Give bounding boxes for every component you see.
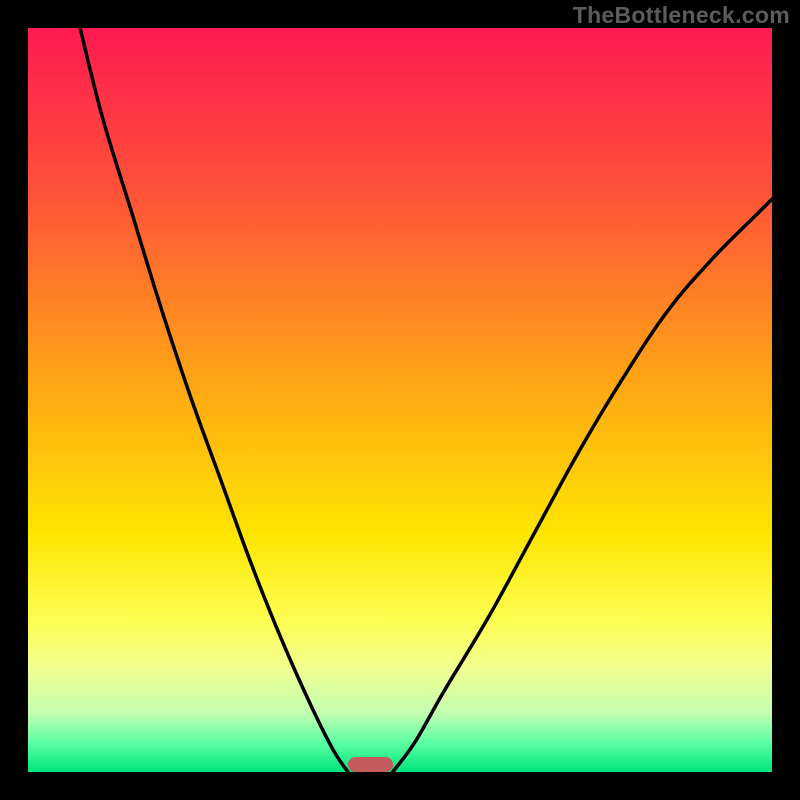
plot-area xyxy=(28,28,772,772)
chart-curve-layer xyxy=(28,28,772,772)
curve-left-branch xyxy=(80,28,348,772)
chart-frame: TheBottleneck.com xyxy=(0,0,800,800)
curve-right-branch xyxy=(393,199,772,772)
minimum-marker xyxy=(348,757,393,772)
watermark-text: TheBottleneck.com xyxy=(573,2,790,29)
